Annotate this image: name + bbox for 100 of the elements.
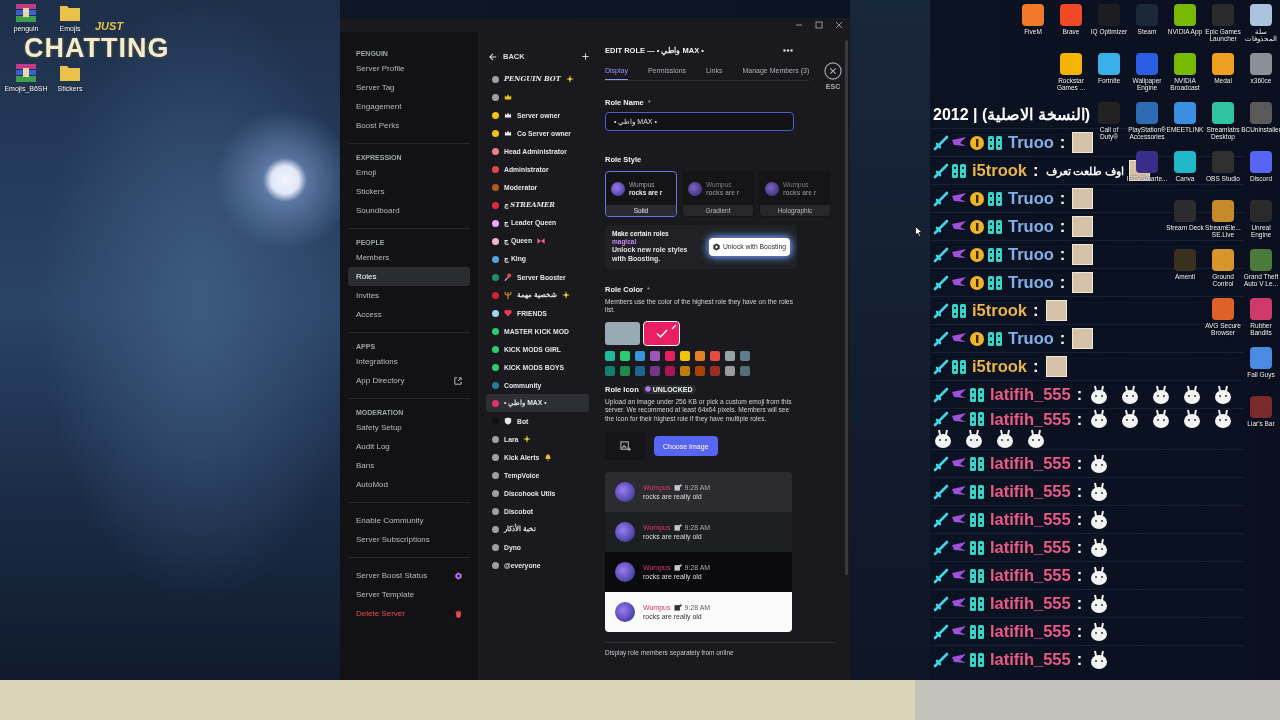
avatar — [615, 522, 635, 543]
heart-icon — [504, 309, 512, 317]
sidebar-item[interactable]: Bans — [348, 456, 470, 475]
color-swatch[interactable] — [605, 365, 615, 376]
chat-separator: : — [1059, 133, 1066, 152]
default-color-swatch[interactable] — [605, 321, 640, 345]
sidebar-item[interactable]: Integrations — [348, 352, 470, 371]
sword-icon — [933, 190, 949, 207]
boost-icon — [712, 242, 720, 251]
boost-icon — [644, 386, 651, 393]
color-swatch[interactable] — [680, 350, 690, 361]
sparkle-icon — [565, 75, 574, 83]
sword-icon — [933, 386, 949, 403]
close-button[interactable] — [834, 20, 844, 30]
sidebar-item[interactable]: Members — [348, 248, 470, 267]
trident-icon — [504, 291, 512, 299]
emote-image — [1045, 356, 1067, 377]
more-options-icon — [783, 49, 793, 52]
avatar — [615, 602, 635, 623]
sidebar-item[interactable]: Server Template — [348, 585, 470, 604]
color-swatch[interactable] — [695, 365, 705, 376]
sidebar-item[interactable]: Stickers — [348, 182, 470, 201]
sidebar-item[interactable]: Soundboard — [348, 201, 470, 220]
bunny-emote — [1089, 565, 1110, 586]
sidebar-item[interactable]: Audit Log — [348, 437, 470, 456]
bunny-emote — [1089, 593, 1110, 614]
queen-icon — [504, 129, 512, 137]
color-swatch[interactable] — [725, 365, 735, 376]
sword-icon — [933, 483, 949, 500]
coin-icon — [969, 190, 985, 207]
color-swatch[interactable] — [620, 365, 630, 376]
chat-header: 2012 | (النسخة الاصلية) — [932, 105, 1091, 125]
sidebar-item[interactable]: Invites — [348, 286, 470, 305]
chat-separator: : — [1059, 245, 1066, 264]
coin-icon — [969, 134, 985, 151]
folder-icon — [59, 3, 81, 23]
grid-icon — [987, 274, 1003, 291]
grid-icon — [969, 455, 985, 472]
grid-icon — [969, 567, 985, 584]
emote-image — [1072, 188, 1094, 209]
chat-separator: : — [1033, 161, 1039, 180]
emote-image — [1072, 272, 1094, 293]
sidebar-item[interactable]: Server Boost Status — [348, 566, 470, 585]
sword-icon — [933, 302, 949, 319]
sidebar-item[interactable]: Access — [348, 305, 470, 324]
grid-icon — [969, 511, 985, 528]
grid-icon — [987, 134, 1003, 151]
color-swatch[interactable] — [725, 350, 735, 361]
sidebar-item[interactable]: Boost Perks — [348, 116, 470, 135]
sidebar-item[interactable]: Safety Setup — [348, 418, 470, 437]
grid-icon — [987, 246, 1003, 263]
sidebar-item[interactable]: Server Subscriptions — [348, 530, 470, 549]
grid-icon — [969, 539, 985, 556]
sidebar-item[interactable]: App Directory — [348, 371, 470, 390]
scrollbar[interactable] — [845, 40, 848, 575]
color-swatch[interactable] — [620, 350, 630, 361]
color-swatch[interactable] — [605, 350, 615, 361]
chat-separator: : — [1033, 357, 1039, 376]
more-options-button[interactable] — [783, 49, 793, 52]
image-add-icon — [619, 440, 631, 452]
bunny-emote — [1089, 481, 1110, 502]
color-swatch[interactable] — [740, 365, 750, 376]
color-swatch[interactable] — [635, 350, 645, 361]
sword-icon — [933, 623, 949, 640]
sword-icon — [933, 511, 949, 528]
color-swatch[interactable] — [650, 350, 660, 361]
coin-icon — [969, 218, 985, 235]
color-swatch[interactable] — [710, 350, 720, 361]
custom-color-swatch[interactable] — [644, 321, 679, 345]
sidebar-item[interactable]: AutoMod — [348, 475, 470, 494]
color-swatch[interactable] — [665, 365, 675, 376]
color-swatch[interactable] — [695, 350, 705, 361]
color-swatch[interactable] — [680, 365, 690, 376]
bunny-emote — [1089, 384, 1110, 405]
grid-icon — [987, 190, 1003, 207]
emote-image — [1072, 132, 1094, 153]
add-button[interactable] — [582, 53, 589, 60]
color-swatch[interactable] — [635, 365, 645, 376]
sidebar-item[interactable]: Emoji — [348, 163, 470, 182]
maximize-button[interactable] — [814, 20, 824, 30]
sword-icon — [933, 218, 949, 235]
bunny-emote — [1089, 537, 1110, 558]
avatar — [615, 562, 635, 583]
sword-icon — [933, 246, 949, 263]
sparkle-icon — [561, 291, 570, 299]
sidebar-item[interactable]: Enable Community — [348, 511, 470, 530]
sword-icon — [933, 134, 949, 151]
color-swatch[interactable] — [740, 350, 750, 361]
chat-username: latifih_555 — [990, 454, 1071, 473]
sidebar-item[interactable]: Roles — [348, 267, 470, 286]
color-swatch[interactable] — [650, 365, 660, 376]
minimize-icon — [795, 21, 803, 29]
chat-separator: : — [1076, 454, 1083, 473]
sidebar-item[interactable]: Server Tag — [348, 78, 470, 97]
color-swatch[interactable] — [665, 350, 675, 361]
sidebar-item[interactable]: Delete Server — [348, 604, 470, 623]
sidebar-item[interactable]: Engagement — [348, 97, 470, 116]
color-swatch[interactable] — [710, 365, 720, 376]
grid-icon — [987, 330, 1003, 347]
sidebar-item[interactable]: Server Profile — [348, 59, 470, 78]
